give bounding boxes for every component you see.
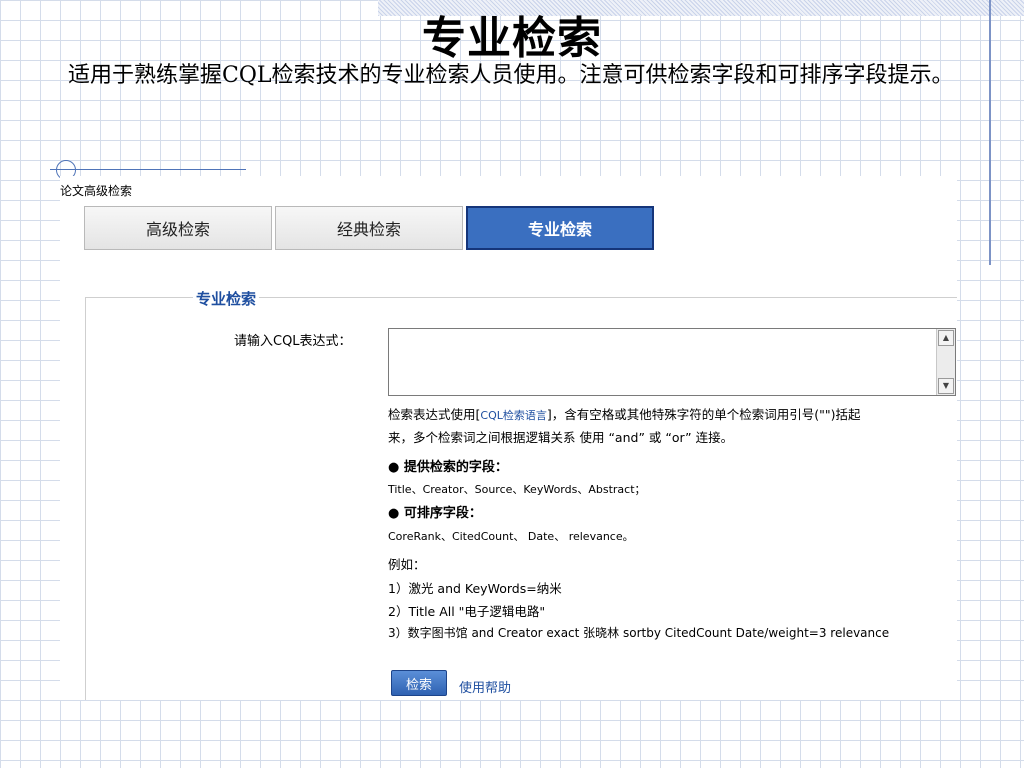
slide-title: 专业检索	[422, 13, 602, 64]
help-link[interactable]: 使用帮助	[459, 677, 511, 696]
fields-list: Title、Creator、Source、KeyWords、Abstract；	[388, 483, 646, 496]
example-3: 3）数字图书馆 and Creator exact 张晓林 sortby Cit…	[388, 626, 890, 640]
expression-label: 请输入CQL表达式：	[234, 334, 352, 349]
scroll-up-arrow-icon[interactable]: ▲	[938, 330, 954, 346]
sort-heading: ● 可排序字段：	[388, 506, 482, 521]
help-line-1-suffix: ]，含有空格或其他特殊字符的单个检索词用引号("")括起	[546, 407, 861, 422]
professional-search-screenshot: 论文高级检索 高级检索 经典检索 专业检索 专业检索 请输入CQL表达式： ▲ …	[60, 176, 957, 700]
cql-language-link[interactable]: CQL检索语言	[480, 409, 546, 422]
tab-professional-search[interactable]: 专业检索	[466, 206, 654, 250]
fields-heading: ● 提供检索的字段：	[388, 460, 508, 475]
decorative-horizontal-line	[50, 169, 246, 170]
fieldset-border-left	[85, 297, 86, 700]
sort-list: CoreRank、CitedCount、 Date、 relevance。	[388, 530, 634, 543]
example-2: 2）Title All "电子逻辑电路"	[388, 604, 546, 619]
help-line-1: 检索表达式使用[CQL检索语言]，含有空格或其他特殊字符的单个检索词用引号(""…	[388, 404, 861, 423]
scroll-down-arrow-icon[interactable]: ▼	[938, 378, 954, 394]
help-line-1-prefix: 检索表达式使用[	[388, 407, 481, 422]
search-button[interactable]: 检索	[391, 670, 447, 696]
example-1: 1）激光 and KeyWords=纳米	[388, 581, 562, 596]
slide-description: 适用于熟练掌握CQL检索技术的专业检索人员使用。注意可供检索字段和可排序字段提示…	[68, 63, 954, 88]
tab-classic-search[interactable]: 经典检索	[275, 206, 463, 250]
tab-advanced-search[interactable]: 高级检索	[84, 206, 272, 250]
section-legend: 专业检索	[193, 288, 260, 309]
cql-expression-input[interactable]: ▲ ▼	[388, 328, 956, 396]
expression-scrollbar[interactable]: ▲ ▼	[936, 329, 955, 395]
breadcrumb: 论文高级检索	[60, 184, 133, 198]
examples-heading: 例如：	[388, 557, 426, 572]
help-line-2: 来，多个检索词之间根据逻辑关系 使用 “and” 或 “or” 连接。	[388, 430, 734, 445]
